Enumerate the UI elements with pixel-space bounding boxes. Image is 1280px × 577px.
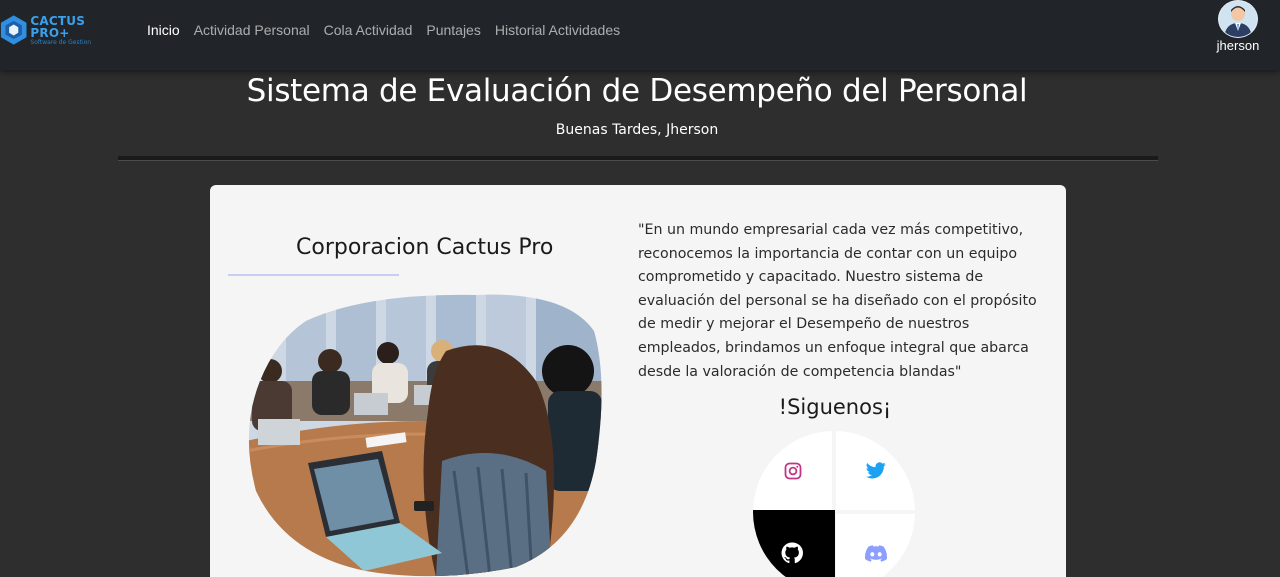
social-links [753, 431, 915, 577]
company-quote: "En un mundo empresarial cada vez más co… [638, 222, 1037, 380]
twitter-button[interactable] [836, 431, 915, 510]
greeting-text: Buenas Tardes, Jherson [555, 122, 719, 138]
team-meeting-photo [248, 294, 602, 577]
instagram-button[interactable] [753, 431, 832, 510]
github-button[interactable] [753, 510, 835, 577]
brand-name: CACTUS PRO+ [30, 13, 86, 40]
follow-us-title: !Siguenos¡ [778, 395, 892, 419]
nav-link-inicio[interactable]: Inicio [147, 22, 180, 38]
username: jherson [1216, 38, 1260, 53]
user-avatar-icon[interactable] [1218, 0, 1258, 38]
nav-link-cola-actividad[interactable]: Cola Actividad [324, 22, 413, 38]
company-card: Corporacion Cactus Pro "En un mundo empr… [210, 185, 1066, 577]
title-underline [228, 274, 399, 276]
company-title: Corporacion Cactus Pro [296, 235, 554, 260]
instagram-icon [784, 462, 801, 479]
user-menu[interactable]: jherson [1208, 0, 1268, 53]
cactus-hexagon-icon [0, 15, 27, 45]
brand-logo[interactable]: CACTUS PRO+ Software de Gestion [0, 10, 120, 50]
nav-link-actividad-personal[interactable]: Actividad Personal [194, 22, 310, 38]
page-title: Sistema de Evaluación de Desempeño del P… [246, 73, 1028, 109]
top-navbar: CACTUS PRO+ Software de Gestion Inicio A… [0, 0, 1280, 70]
github-icon [781, 542, 803, 564]
nav-link-puntajes[interactable]: Puntajes [426, 22, 480, 38]
nav-link-historial-actividades[interactable]: Historial Actividades [495, 22, 620, 38]
header-divider [118, 156, 1158, 161]
discord-icon [864, 545, 887, 562]
nav-links: Inicio Actividad Personal Cola Actividad… [147, 19, 634, 41]
twitter-icon [865, 462, 886, 479]
brand-subtitle: Software de Gestion [30, 38, 92, 46]
discord-button[interactable] [836, 514, 915, 577]
